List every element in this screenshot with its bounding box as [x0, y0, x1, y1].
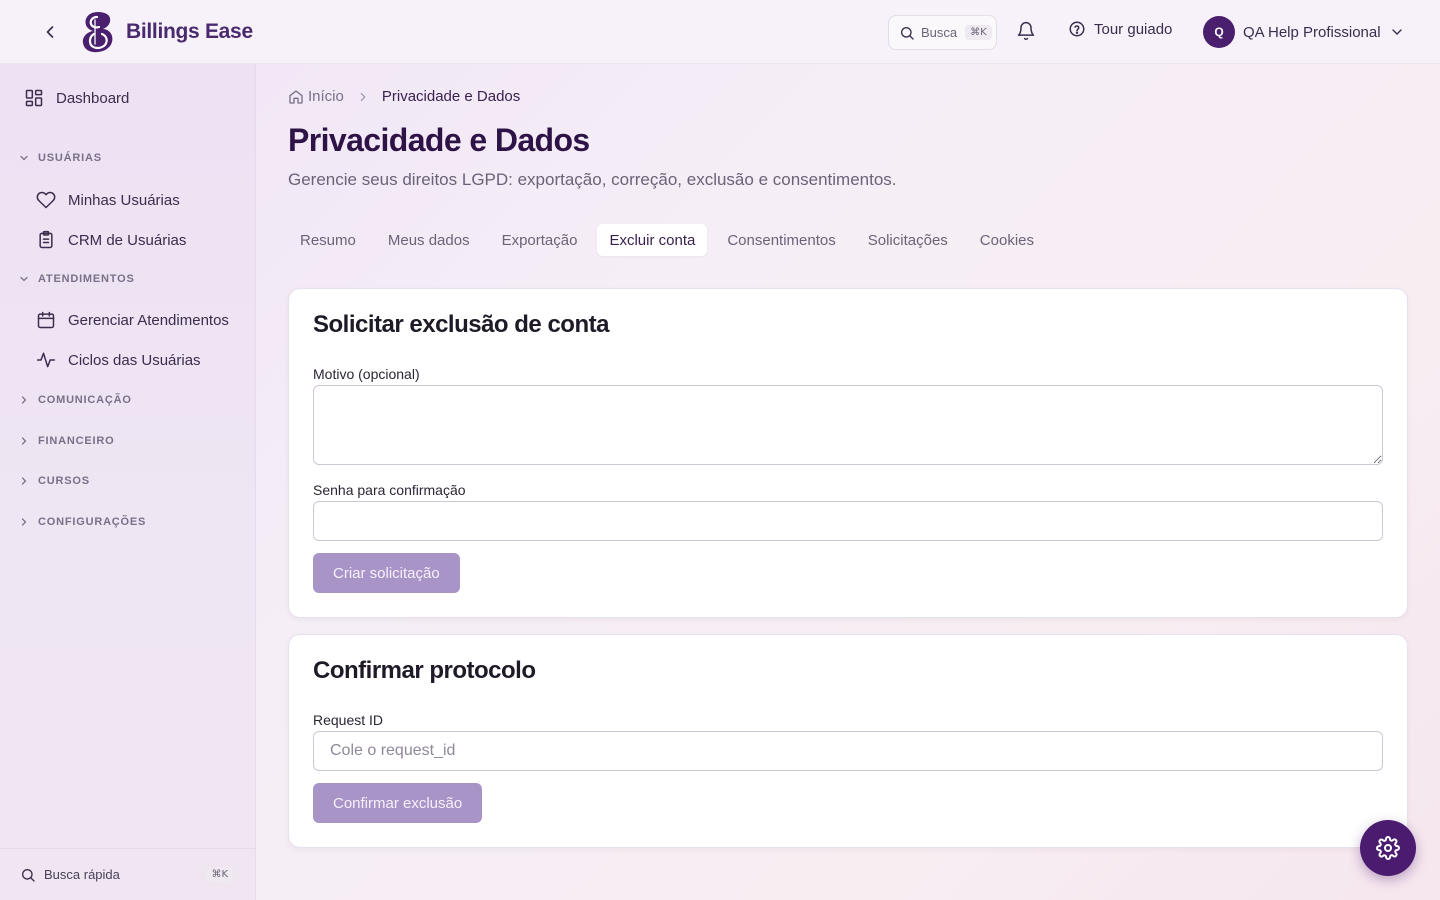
chevron-left-icon [46, 26, 54, 38]
bell-icon [1017, 21, 1035, 41]
sidebar-item-gerenciar-atendimentos[interactable]: Gerenciar Atendimentos [36, 310, 229, 330]
chevron-down-icon [20, 276, 28, 282]
sidebar-section-atendimentos[interactable]: ATENDIMENTOS [18, 273, 135, 285]
chevron-down-icon [20, 155, 28, 161]
tab-consentimentos[interactable]: Consentimentos [715, 224, 847, 256]
request-id-field[interactable] [313, 731, 1383, 771]
sidebar-section-label: COMUNICAÇÃO [38, 394, 132, 406]
password-label: Senha para confirmação [313, 482, 466, 498]
sidebar-item-minhas-usuarias[interactable]: Minhas Usuárias [36, 190, 180, 210]
breadcrumb-home-link[interactable]: Início [288, 88, 344, 105]
guided-tour-button[interactable]: Tour guiado [1068, 20, 1172, 38]
clipboard-list-icon [39, 230, 53, 249]
activity-icon [36, 352, 56, 368]
sidebar-section-financeiro[interactable]: FINANCEIRO [18, 435, 114, 447]
search-icon [22, 868, 35, 882]
sidebar-item-dashboard[interactable]: Dashboard [24, 88, 129, 108]
user-name: QA Help Profissional [1243, 23, 1381, 41]
sidebar-item-ciclos-usuarias[interactable]: Ciclos das Usuárias [36, 350, 201, 370]
notifications-button[interactable] [1016, 21, 1038, 43]
settings-fab-button[interactable] [1360, 820, 1416, 876]
tab-excluir-conta[interactable]: Excluir conta [597, 224, 708, 256]
reason-label: Motivo (opcional) [313, 366, 420, 382]
reason-textarea[interactable] [313, 385, 1383, 465]
guided-tour-label: Tour guiado [1094, 20, 1173, 38]
sidebar-item-label: Minhas Usuárias [68, 191, 180, 209]
sidebar-section-label: CURSOS [38, 475, 90, 487]
dashboard-grid-icon [25, 89, 43, 107]
sidebar-item-label: Ciclos das Usuárias [68, 351, 201, 369]
avatar: Q [1203, 16, 1235, 48]
header-search-button[interactable]: Busca ⌘K [888, 15, 997, 50]
chevron-right-icon [21, 396, 27, 404]
sidebar-section-configuracoes[interactable]: CONFIGURAÇÕES [18, 516, 146, 528]
delete-card-title: Solicitar exclusão de conta [313, 311, 609, 338]
tab-solicitacoes[interactable]: Solicitações [856, 224, 960, 256]
quick-search-label: Busca rápida [44, 867, 120, 882]
confirm-deletion-button[interactable]: Confirmar exclusão [313, 783, 483, 823]
app-name: Billings Ease [126, 20, 253, 43]
app-logo[interactable]: Billings Ease [80, 10, 253, 54]
request-id-label: Request ID [313, 712, 384, 728]
back-button[interactable] [38, 20, 62, 44]
sidebar-item-crm-usuarias[interactable]: CRM de Usuárias [36, 230, 186, 250]
quick-search-shortcut: ⌘K [206, 867, 233, 882]
top-bar: Billings Ease Busca ⌘K Tour guiado Q QA … [0, 0, 1440, 64]
chevron-right-icon [360, 92, 366, 101]
create-request-button[interactable]: Criar solicitação [313, 553, 460, 593]
page-title: Privacidade e Dados [288, 122, 590, 158]
delete-account-card: Solicitar exclusão de conta Motivo (opci… [288, 288, 1408, 618]
help-circle-icon [1069, 21, 1085, 37]
logo-icon [82, 12, 113, 53]
sidebar-section-usuarias[interactable]: USUÁRIAS [18, 152, 102, 164]
sidebar-item-label: Gerenciar Atendimentos [68, 311, 229, 329]
chevron-down-icon [1391, 29, 1402, 35]
tab-resumo[interactable]: Resumo [288, 224, 368, 256]
tab-bar: Resumo Meus dados Exportação Excluir con… [288, 224, 1054, 256]
search-label: Busca [921, 25, 958, 40]
tab-cookies[interactable]: Cookies [968, 224, 1046, 256]
chevron-right-icon [21, 518, 27, 526]
breadcrumb: Início Privacidade e Dados [288, 88, 520, 105]
sidebar-section-label: CONFIGURAÇÕES [38, 516, 147, 528]
gear-icon [1376, 836, 1400, 860]
breadcrumb-current: Privacidade e Dados [381, 88, 521, 105]
sidebar-item-label: CRM de Usuárias [68, 231, 187, 249]
chevron-right-icon [21, 437, 27, 445]
page-subtitle: Gerencie seus direitos LGPD: exportação,… [288, 170, 897, 189]
confirm-card-title: Confirmar protocolo [313, 657, 536, 684]
sidebar-section-label: FINANCEIRO [38, 435, 115, 447]
sidebar-section-label: ATENDIMENTOS [38, 273, 135, 285]
calendar-icon [37, 311, 55, 329]
user-menu[interactable]: Q QA Help Profissional [1203, 16, 1405, 48]
search-shortcut: ⌘K [965, 25, 992, 40]
confirm-protocol-card: Confirmar protocolo Request ID Confirmar… [288, 634, 1408, 848]
breadcrumb-home-label: Início [308, 88, 344, 105]
quick-search-button[interactable]: Busca rápida ⌘K [0, 848, 255, 900]
sidebar-section-comunicacao[interactable]: COMUNICAÇÃO [18, 394, 132, 406]
sidebar: Dashboard USUÁRIAS Minhas Usuárias CRM d… [0, 64, 256, 900]
search-icon [901, 26, 914, 40]
home-icon [289, 89, 303, 104]
chevron-right-icon [21, 477, 27, 485]
sidebar-section-cursos[interactable]: CURSOS [18, 475, 90, 487]
heart-icon [36, 191, 56, 209]
password-field[interactable] [313, 501, 1383, 541]
sidebar-item-label: Dashboard [56, 89, 130, 107]
tab-exportacao[interactable]: Exportação [490, 224, 590, 256]
tab-meus-dados[interactable]: Meus dados [376, 224, 482, 256]
sidebar-section-label: USUÁRIAS [38, 152, 102, 164]
